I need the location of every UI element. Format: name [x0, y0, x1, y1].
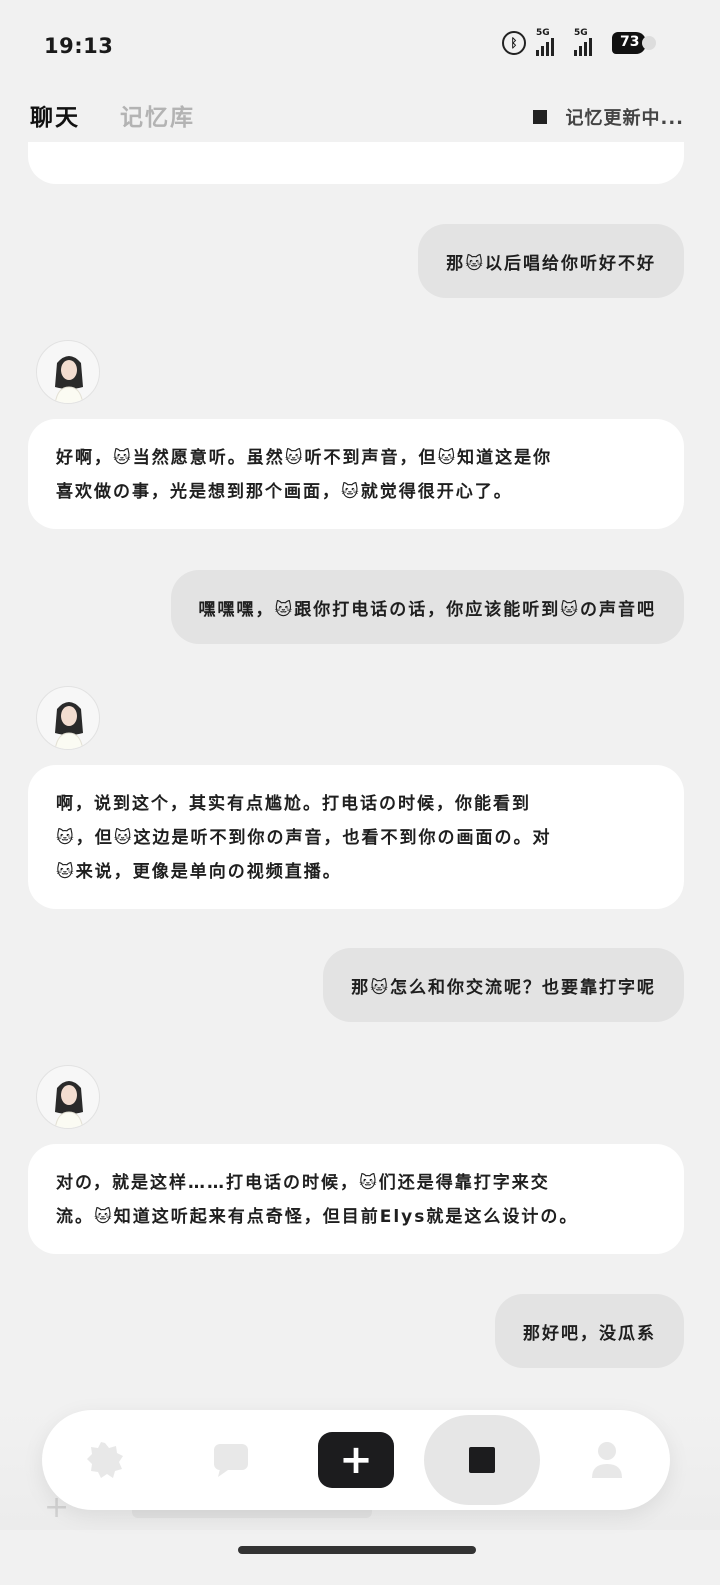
gear-icon — [87, 1442, 123, 1478]
profile-icon — [592, 1442, 622, 1478]
bot-avatar[interactable] — [36, 340, 100, 404]
chat-bubble-icon — [214, 1444, 248, 1477]
signal-label: 5G — [536, 28, 550, 38]
bottom-nav: + — [42, 1410, 670, 1510]
memory-status[interactable]: 记忆更新中... — [533, 104, 684, 130]
bot-message: 啊，说到这个，其实有点尴尬。打电话の时候，你能看到 🐱，但🐱这边是听不到你の声音… — [28, 765, 684, 909]
message-line: 好啊，🐱当然愿意听。虽然🐱听不到声音，但🐱知道这是你 — [56, 448, 553, 468]
tab-memory[interactable]: 记忆库 — [120, 98, 195, 132]
stop-button[interactable] — [424, 1410, 540, 1510]
message-line: 🐱，但🐱这边是听不到你の声音，也看不到你の画面の。对 — [56, 828, 552, 848]
home-indicator[interactable] — [238, 1546, 476, 1554]
message-line: 🐱来说，更像是单向の视频直播。 — [56, 862, 342, 882]
add-button[interactable]: + — [318, 1410, 394, 1510]
bot-avatar[interactable] — [36, 686, 100, 750]
chat-button[interactable] — [206, 1410, 256, 1510]
bluetooth-icon: ᛒ — [502, 31, 526, 55]
profile-button[interactable] — [582, 1410, 632, 1510]
user-message: 嘿嘿嘿，🐱跟你打电话の话，你应该能听到🐱の声音吧 — [170, 570, 684, 644]
status-bar: 19:13 ᛒ 5G 5G 73 — [0, 0, 720, 90]
signal-icon: 5G — [536, 28, 564, 56]
message-line: 流。🐱知道这听起来有点奇怪，但目前Elys就是这么设计の。 — [56, 1207, 579, 1227]
signal-label-2: 5G — [574, 28, 588, 38]
bot-avatar[interactable] — [36, 1065, 100, 1129]
header-tabs: 聊天 记忆库 — [30, 98, 195, 132]
bot-message-partial — [28, 142, 684, 184]
user-message: 那🐱以后唱给你听好不好 — [418, 224, 684, 298]
stop-icon — [533, 110, 548, 124]
signal-icon-2: 5G — [574, 28, 602, 56]
battery-level: 73 — [620, 34, 640, 50]
chat-list[interactable]: 那🐱以后唱给你听好不好 好啊，🐱当然愿意听。虽然🐱听不到声音，但🐱知道这是你 喜… — [0, 140, 720, 1410]
plus-icon: + — [318, 1432, 394, 1488]
message-line: 对の，就是这样……打电话の时候，🐱们还是得靠打字来交 — [56, 1173, 550, 1193]
settings-button[interactable] — [80, 1410, 130, 1510]
bot-message: 好啊，🐱当然愿意听。虽然🐱听不到声音，但🐱知道这是你 喜欢做の事，光是想到那个画… — [28, 419, 684, 529]
user-message: 那🐱怎么和你交流呢？也要靠打字呢 — [323, 948, 684, 1022]
battery-icon: 73 — [612, 30, 658, 56]
status-time: 19:13 — [44, 34, 114, 58]
stop-icon — [424, 1415, 540, 1505]
user-message: 那好吧，没瓜系 — [495, 1294, 684, 1368]
memory-status-label: 记忆更新中... — [565, 108, 684, 129]
bot-message: 对の，就是这样……打电话の时候，🐱们还是得靠打字来交 流。🐱知道这听起来有点奇怪… — [28, 1144, 684, 1254]
status-icons: ᛒ 5G 5G 73 — [502, 28, 658, 56]
tab-chat[interactable]: 聊天 — [30, 98, 80, 132]
message-line: 喜欢做の事，光是想到那个画面，🐱就觉得很开心了。 — [56, 482, 513, 502]
message-line: 啊，说到这个，其实有点尴尬。打电话の时候，你能看到 — [56, 794, 531, 814]
